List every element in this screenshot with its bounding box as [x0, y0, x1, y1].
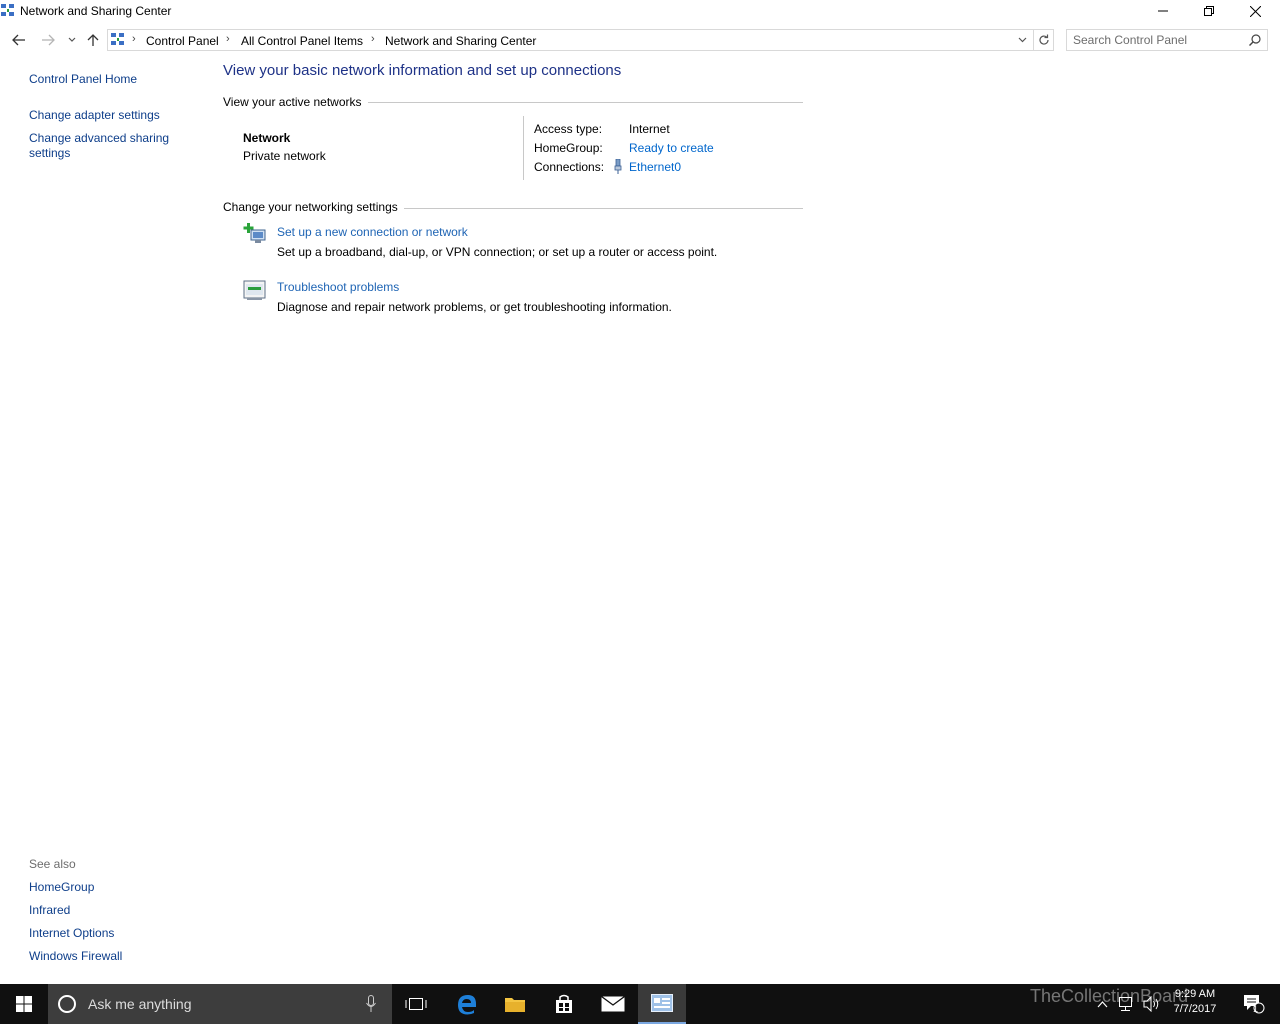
setup-connection-desc: Set up a broadband, dial-up, or VPN conn… — [277, 245, 718, 259]
chevron-right-icon[interactable]: › — [132, 33, 136, 45]
breadcrumb-control-panel[interactable]: Control Panel — [146, 34, 219, 48]
volume-icon — [1143, 996, 1159, 1012]
up-button[interactable] — [83, 30, 103, 50]
clock-time: 9:29 AM — [1174, 988, 1216, 1000]
microphone-icon[interactable] — [366, 995, 376, 1013]
clock-date: 7/7/2017 — [1173, 1003, 1217, 1015]
active-networks-title: View your active networks — [223, 95, 368, 109]
forward-button[interactable] — [38, 30, 58, 50]
taskbar: Ask me anything TheCollectionBoard 9:29 … — [0, 984, 1280, 1024]
new-connection-icon[interactable] — [243, 223, 267, 247]
title-bar: Network and Sharing Center — [0, 0, 1280, 24]
mail-icon — [601, 996, 625, 1012]
search-input[interactable] — [1073, 33, 1243, 47]
setup-connection-link[interactable]: Set up a new connection or network — [277, 225, 468, 239]
control-panel-app-icon — [651, 994, 673, 1012]
change-advanced-sharing-link[interactable]: Change advanced sharing — [29, 131, 169, 146]
change-adapter-settings-link[interactable]: Change adapter settings — [29, 108, 160, 123]
breadcrumb[interactable]: › Control Panel › All Control Panel Item… — [107, 29, 1034, 51]
folder-icon — [505, 998, 525, 1012]
control-panel-home-link[interactable]: Control Panel Home — [29, 72, 137, 87]
see-also-internet-options[interactable]: Internet Options — [29, 926, 114, 941]
notification-count-badge: 1 — [1253, 1004, 1259, 1014]
ethernet-connection-link[interactable]: Ethernet0 — [629, 160, 681, 174]
change-settings-title: Change your networking settings — [223, 200, 404, 214]
network-divider — [523, 116, 524, 180]
see-also-label: See also — [29, 857, 76, 871]
access-type-label: Access type: — [534, 122, 603, 136]
connections-label: Connections: — [534, 160, 605, 174]
restore-button[interactable] — [1186, 0, 1232, 22]
control-panel-taskbar-button[interactable] — [638, 984, 686, 1024]
mail-button[interactable] — [589, 984, 637, 1024]
search-box[interactable] — [1066, 29, 1268, 51]
back-button[interactable] — [9, 30, 29, 50]
refresh-icon — [1038, 34, 1049, 45]
edge-icon — [458, 995, 476, 1015]
close-button[interactable] — [1232, 0, 1278, 22]
task-view-button[interactable] — [392, 984, 440, 1024]
forward-arrow-icon — [42, 34, 55, 46]
windows-logo-icon — [16, 996, 32, 1012]
breadcrumb-all-items[interactable]: All Control Panel Items — [241, 34, 363, 48]
left-pane: Control Panel Home Change adapter settin… — [0, 60, 210, 980]
chevron-right-icon[interactable]: › — [371, 33, 375, 45]
network-name: Network — [243, 131, 291, 145]
search-icon[interactable] — [1249, 34, 1261, 46]
network-tray-icon — [1119, 997, 1132, 1011]
chevron-down-icon — [68, 37, 76, 42]
restore-icon — [1204, 6, 1214, 16]
store-icon — [556, 994, 572, 1013]
cortana-search-box[interactable]: Ask me anything — [48, 984, 392, 1024]
refresh-button[interactable] — [1034, 29, 1054, 51]
action-center-button[interactable]: 1 — [1234, 984, 1274, 1024]
breadcrumb-network-sharing[interactable]: Network and Sharing Center — [385, 34, 536, 48]
cortana-icon — [58, 995, 76, 1013]
task-view-icon — [405, 998, 427, 1010]
see-also-windows-firewall[interactable]: Windows Firewall — [29, 949, 122, 964]
access-type-value: Internet — [629, 122, 670, 136]
see-also-infrared[interactable]: Infrared — [29, 903, 70, 918]
network-center-icon — [1, 4, 14, 16]
show-hidden-icons-button[interactable] — [1093, 984, 1111, 1024]
see-also-homegroup[interactable]: HomeGroup — [29, 880, 94, 895]
address-bar: › Control Panel › All Control Panel Item… — [0, 28, 1280, 52]
volume-button[interactable] — [1140, 984, 1164, 1024]
edge-browser-button[interactable] — [443, 984, 491, 1024]
cortana-search-text: Ask me anything — [88, 996, 192, 1012]
minimize-icon — [1158, 10, 1168, 12]
troubleshoot-link[interactable]: Troubleshoot problems — [277, 280, 399, 294]
system-clock[interactable]: 9:29 AM 7/7/2017 — [1166, 987, 1224, 1017]
change-advanced-sharing-link-cont[interactable]: settings — [29, 146, 70, 161]
network-tray-button[interactable] — [1114, 984, 1138, 1024]
troubleshoot-icon[interactable] — [243, 279, 267, 303]
homegroup-label: HomeGroup: — [534, 141, 603, 155]
chevron-right-icon[interactable]: › — [226, 33, 230, 45]
control-panel-icon — [111, 33, 124, 45]
page-title: View your basic network information and … — [223, 62, 622, 79]
recent-locations-button[interactable] — [62, 30, 82, 50]
network-type: Private network — [243, 149, 326, 163]
minimize-button[interactable] — [1140, 0, 1186, 22]
window-title: Network and Sharing Center — [20, 4, 172, 18]
chevron-down-icon[interactable] — [1018, 37, 1027, 43]
chevron-up-icon — [1097, 1000, 1107, 1007]
file-explorer-button[interactable] — [491, 984, 539, 1024]
homegroup-link[interactable]: Ready to create — [629, 141, 714, 155]
start-button[interactable] — [0, 984, 48, 1024]
store-button[interactable] — [540, 984, 588, 1024]
ethernet-icon[interactable] — [613, 159, 623, 174]
troubleshoot-desc: Diagnose and repair network problems, or… — [277, 300, 672, 314]
back-arrow-icon — [12, 34, 25, 46]
close-icon — [1249, 5, 1261, 17]
up-arrow-icon — [87, 34, 99, 46]
